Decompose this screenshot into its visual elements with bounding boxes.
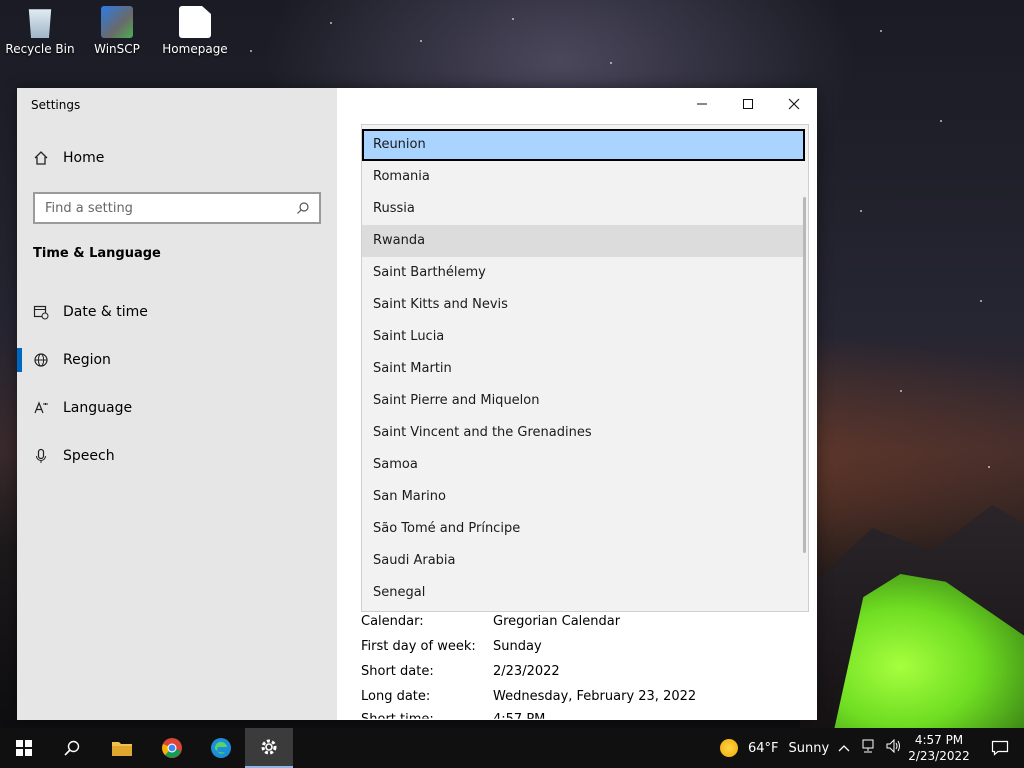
edge-button[interactable] xyxy=(197,728,245,768)
nav-item-label: Language xyxy=(63,400,133,416)
region-option[interactable]: San Marino xyxy=(362,481,805,513)
nav-item-date-time[interactable]: Date & time xyxy=(33,294,333,330)
section-title: Time & Language xyxy=(33,246,161,261)
nav-home[interactable]: Home xyxy=(33,150,104,166)
calendar-clock-icon xyxy=(33,304,49,320)
desktop-icon-winscp[interactable]: WinSCP xyxy=(77,6,157,56)
clock-date: 2/23/2022 xyxy=(908,749,970,763)
close-icon xyxy=(788,98,800,110)
sun-icon xyxy=(720,739,738,757)
settings-nav-pane: Settings Home Time & Language Date & tim… xyxy=(17,88,337,720)
format-value: Gregorian Calendar xyxy=(493,614,621,629)
region-option[interactable]: Saudi Arabia xyxy=(362,545,805,577)
format-value: 2/23/2022 xyxy=(493,664,560,679)
search-icon xyxy=(64,740,80,756)
region-option[interactable]: Russia xyxy=(362,193,805,225)
format-key: Calendar: xyxy=(361,614,424,629)
region-option[interactable]: Saint Barthélemy xyxy=(362,257,805,289)
file-explorer-button[interactable] xyxy=(98,728,146,768)
system-tray xyxy=(838,728,902,768)
format-row-long-date: Long date: Wednesday, February 23, 2022 xyxy=(361,689,696,704)
region-dropdown-list[interactable]: Reunion Romania Russia Rwanda Saint Bart… xyxy=(361,124,809,612)
windows-logo-icon xyxy=(16,740,32,756)
desktop-icon-label: WinSCP xyxy=(94,42,140,56)
minimize-button[interactable] xyxy=(679,88,725,120)
region-option-reunion[interactable]: Reunion xyxy=(362,129,805,161)
region-option[interactable]: Romania xyxy=(362,161,805,193)
search-input[interactable] xyxy=(45,200,295,216)
chrome-icon xyxy=(162,738,182,758)
nav-item-label: Region xyxy=(63,352,111,368)
format-key: First day of week: xyxy=(361,639,476,654)
gear-icon xyxy=(261,739,277,755)
chrome-button[interactable] xyxy=(148,728,196,768)
recycle-bin-icon xyxy=(28,9,52,38)
format-key: Short date: xyxy=(361,664,434,679)
nav-item-language[interactable]: Language xyxy=(33,390,333,426)
format-key: Long date: xyxy=(361,689,431,704)
nav-item-label: Date & time xyxy=(63,304,148,320)
settings-window: Settings Home Time & Language Date & tim… xyxy=(17,88,817,720)
microphone-icon xyxy=(33,448,49,464)
region-option-rwanda[interactable]: Rwanda xyxy=(362,225,805,257)
format-row-first-day: First day of week: Sunday xyxy=(361,639,542,654)
action-center-button[interactable] xyxy=(976,728,1024,768)
search-box[interactable] xyxy=(33,192,321,224)
search-button[interactable] xyxy=(48,728,96,768)
region-option[interactable]: Saint Pierre and Miquelon xyxy=(362,385,805,417)
taskbar: 64°F Sunny 4:57 PM 2/23/2022 xyxy=(0,728,1024,768)
window-title: Settings xyxy=(31,98,81,112)
format-value: Wednesday, February 23, 2022 xyxy=(493,689,697,704)
format-value: Sunday xyxy=(493,639,542,654)
settings-taskbar-button[interactable] xyxy=(245,728,293,768)
volume-icon[interactable] xyxy=(886,738,902,757)
desktop-icon-homepage[interactable]: Homepage xyxy=(155,6,235,56)
settings-content-pane: Reunion Romania Russia Rwanda Saint Bart… xyxy=(337,88,817,720)
document-shortcut-icon xyxy=(179,6,211,38)
region-option[interactable]: Samoa xyxy=(362,449,805,481)
chevron-up-icon[interactable] xyxy=(838,741,850,756)
nav-home-label: Home xyxy=(63,150,105,166)
taskbar-clock[interactable]: 4:57 PM 2/23/2022 xyxy=(904,732,974,764)
notification-icon xyxy=(991,740,1009,756)
globe-icon xyxy=(33,352,49,368)
weather-widget[interactable]: 64°F Sunny xyxy=(720,728,829,768)
network-icon[interactable] xyxy=(860,739,876,757)
home-icon xyxy=(33,150,49,166)
format-value: 4:57 PM xyxy=(493,712,546,720)
nav-item-speech[interactable]: Speech xyxy=(33,438,333,474)
maximize-button[interactable] xyxy=(725,88,771,120)
region-option[interactable]: São Tomé and Príncipe xyxy=(362,513,805,545)
clock-time: 4:57 PM xyxy=(914,733,964,747)
dropdown-scrollbar[interactable] xyxy=(803,197,806,553)
minimize-icon xyxy=(697,103,707,105)
region-option[interactable]: Saint Vincent and the Grenadines xyxy=(362,417,805,449)
language-icon xyxy=(33,400,49,416)
weather-temp: 64°F xyxy=(748,740,779,756)
weather-text: Sunny xyxy=(788,740,830,756)
format-key: Short time: xyxy=(361,712,434,720)
search-icon xyxy=(295,200,311,216)
winscp-icon xyxy=(101,6,133,38)
nav-item-region[interactable]: Region xyxy=(17,342,333,378)
format-row-short-date: Short date: 2/23/2022 xyxy=(361,664,560,679)
desktop-icon-label: Recycle Bin xyxy=(5,42,75,56)
region-option[interactable]: Senegal xyxy=(362,577,805,609)
desktop-icon-recycle-bin[interactable]: Recycle Bin xyxy=(0,6,80,56)
maximize-icon xyxy=(743,99,753,109)
region-option[interactable]: Saint Kitts and Nevis xyxy=(362,289,805,321)
region-option[interactable]: Saint Lucia xyxy=(362,321,805,353)
region-option[interactable]: Saint Martin xyxy=(362,353,805,385)
nav-item-label: Speech xyxy=(63,448,115,464)
edge-icon xyxy=(211,738,231,758)
format-row-short-time: Short time: 4:57 PM xyxy=(361,712,546,720)
close-button[interactable] xyxy=(771,88,817,120)
format-row-calendar: Calendar: Gregorian Calendar xyxy=(361,614,620,629)
start-button[interactable] xyxy=(0,728,48,768)
desktop-icon-label: Homepage xyxy=(162,42,228,56)
folder-icon xyxy=(112,742,132,756)
